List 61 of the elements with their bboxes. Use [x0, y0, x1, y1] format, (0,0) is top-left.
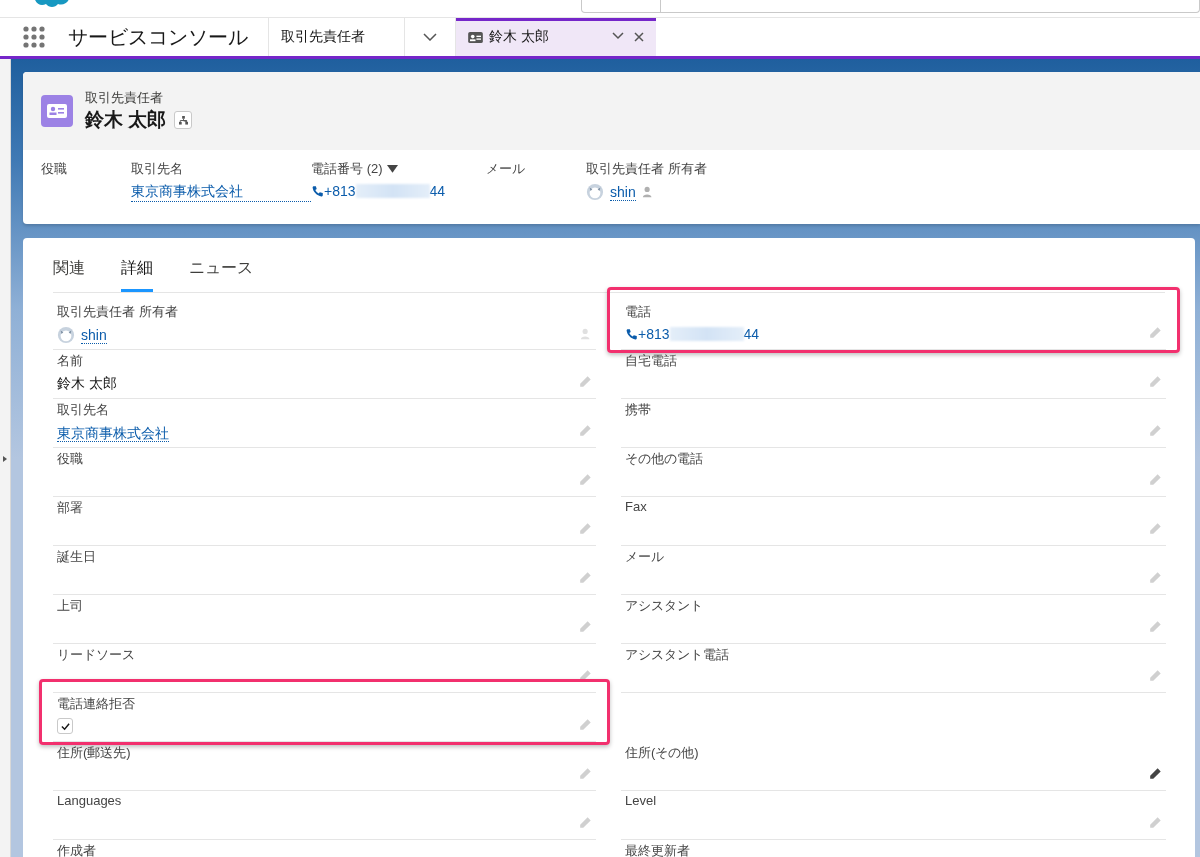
- contact-icon: [41, 95, 73, 127]
- field-label: 電話連絡拒否: [57, 695, 135, 713]
- avatar-icon: [57, 326, 75, 344]
- owner-link[interactable]: shin: [81, 326, 107, 344]
- account-link[interactable]: 東京商事株式会社: [131, 183, 311, 202]
- account-link[interactable]: 東京商事株式会社: [57, 425, 169, 442]
- app-launcher-icon: [23, 26, 45, 48]
- phone-number[interactable]: 44: [429, 183, 446, 199]
- chevron-down-icon: [423, 33, 437, 41]
- field-label: 最終更新者: [625, 842, 690, 857]
- field-label: Fax: [625, 499, 647, 514]
- hierarchy-button[interactable]: [174, 111, 193, 129]
- dropdown-icon[interactable]: [386, 165, 398, 175]
- record-tab[interactable]: 詳細: [121, 250, 153, 292]
- object-label: 取引先責任者: [85, 89, 164, 107]
- field-label: 住所(郵送先): [57, 744, 131, 762]
- field-label: 取引先名: [131, 161, 183, 176]
- avatar-icon: [586, 183, 604, 201]
- change-owner-icon[interactable]: [641, 186, 654, 198]
- change-owner-icon[interactable]: [580, 328, 592, 340]
- field-value: 鈴木 太郎: [57, 375, 117, 393]
- field-label: 電話番号 (2): [311, 161, 383, 176]
- chevron-down-icon[interactable]: [612, 32, 624, 40]
- console-tab[interactable]: 鈴木 太郎: [456, 18, 656, 56]
- phone-number[interactable]: +813: [638, 326, 670, 342]
- field-label: 取引先名: [57, 401, 109, 419]
- field-label: アシスタント電話: [625, 646, 729, 664]
- field-label: アシスタント: [625, 597, 703, 615]
- field-label: メール: [625, 548, 664, 566]
- field-label: 住所(その他): [625, 744, 699, 762]
- close-icon[interactable]: [634, 32, 644, 42]
- owner-link[interactable]: shin: [610, 183, 636, 201]
- field-label: 上司: [57, 597, 83, 615]
- record-tab[interactable]: ニュース: [189, 250, 253, 292]
- field-label: 役職: [57, 450, 83, 468]
- contact-card-icon: [468, 31, 483, 43]
- field-label: Languages: [57, 793, 122, 808]
- field-label: Level: [625, 793, 657, 808]
- field-label: 作成者: [57, 842, 96, 857]
- search-field[interactable]: [581, 0, 1200, 13]
- phone-icon: [625, 327, 638, 341]
- field-label: メール: [486, 161, 525, 176]
- field-label: その他の電話: [625, 450, 703, 468]
- phone-number[interactable]: 44: [743, 326, 760, 342]
- field-label: 取引先責任者 所有者: [586, 161, 707, 176]
- expand-handle-icon[interactable]: [3, 456, 7, 462]
- field-label: 名前: [57, 352, 83, 370]
- field-label: リードソース: [57, 646, 135, 664]
- field-label: 誕生日: [57, 548, 96, 566]
- record-tab[interactable]: 関連: [53, 250, 85, 292]
- record-title: 鈴木 太郎: [85, 108, 167, 132]
- phone-number[interactable]: +813: [324, 183, 356, 199]
- field-label: 役職: [41, 161, 67, 176]
- field-label: 部署: [57, 499, 83, 517]
- pencil-icon[interactable]: [1148, 767, 1162, 781]
- field-label: 取引先責任者 所有者: [57, 303, 178, 321]
- phone-icon: [311, 184, 324, 198]
- hierarchy-icon: [178, 115, 188, 125]
- field-label: 自宅電話: [625, 352, 677, 370]
- field-label: 電話: [625, 303, 651, 321]
- field-label: 携帯: [625, 401, 651, 419]
